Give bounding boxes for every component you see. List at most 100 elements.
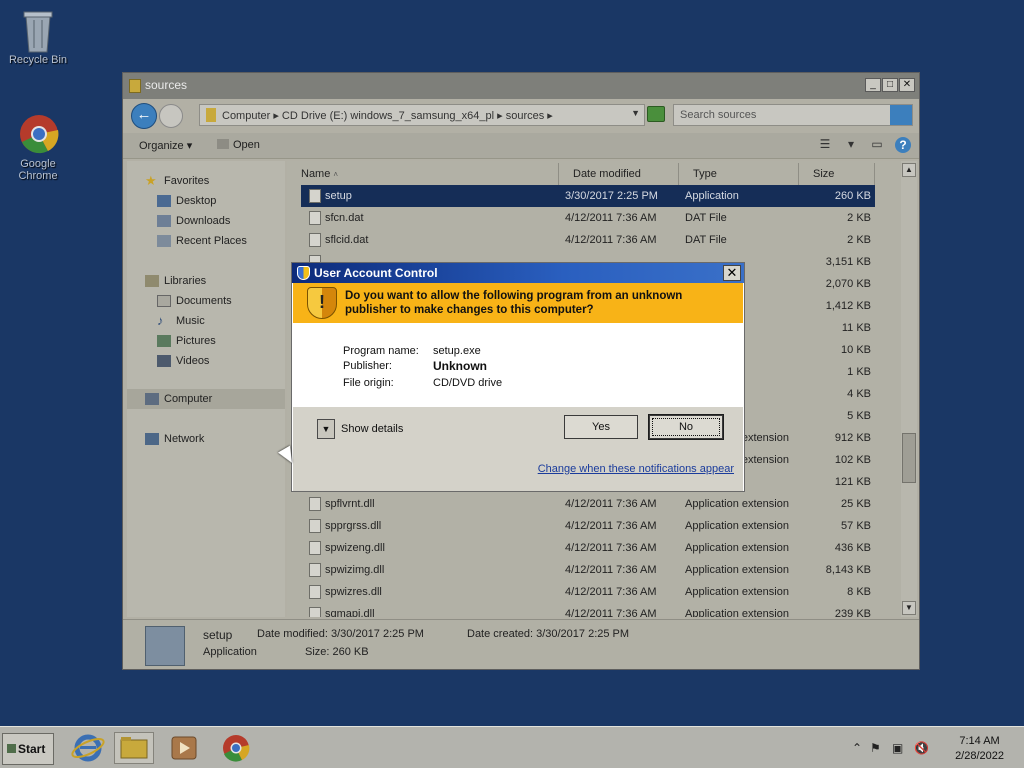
- file-row[interactable]: spprgrss.dll 4/12/2011 7:36 AM Application…: [301, 515, 875, 537]
- publisher-value: Unknown: [433, 359, 487, 373]
- nav-libraries[interactable]: Libraries: [145, 275, 206, 287]
- preview-pane-icon[interactable]: ▭: [869, 137, 885, 153]
- explorer-titlebar[interactable]: sources _ □ ✕: [123, 73, 919, 99]
- file-size: 11 KB: [841, 322, 871, 334]
- file-row[interactable]: sfcn.dat 4/12/2011 7:36 AM DAT File 2 KB: [301, 207, 875, 229]
- file-size: 4 KB: [847, 388, 871, 400]
- file-icon: [309, 497, 321, 511]
- chevron-down-icon[interactable]: ▼: [631, 108, 640, 118]
- file-type: Application extension: [685, 498, 789, 510]
- file-name: setup: [325, 190, 352, 202]
- navigation-pane: ★ Favorites Desktop Downloads Recent Plac…: [127, 161, 285, 617]
- taskbar-explorer[interactable]: [114, 732, 154, 764]
- file-name: spwizres.dll: [325, 586, 382, 598]
- folder-icon: [206, 108, 216, 122]
- column-name[interactable]: Name ˄: [287, 163, 559, 185]
- file-name: spprgrss.dll: [325, 520, 382, 532]
- start-button[interactable]: Start: [2, 733, 54, 765]
- file-type: Application extension: [685, 564, 789, 576]
- help-icon[interactable]: ?: [895, 137, 911, 153]
- yes-button[interactable]: Yes: [564, 415, 638, 439]
- network-icon: [145, 433, 159, 445]
- taskbar-ie[interactable]: [68, 732, 108, 764]
- chrome-desktop-icon[interactable]: Google Chrome: [0, 112, 76, 182]
- show-hidden-icons-icon[interactable]: ⌃: [852, 741, 862, 755]
- taskbar-chrome[interactable]: [216, 732, 256, 764]
- nav-favorites-label: Favorites: [164, 175, 210, 187]
- recycle-bin-desktop-icon[interactable]: Recycle Bin: [0, 8, 76, 66]
- uac-shield-icon: [297, 266, 310, 280]
- vertical-scrollbar[interactable]: ▲ ▼: [901, 161, 917, 617]
- nav-network-label: Network: [164, 433, 205, 445]
- file-size: 10 KB: [841, 344, 871, 356]
- organize-button[interactable]: Organize ▾: [139, 139, 192, 152]
- search-icon[interactable]: [890, 105, 912, 125]
- breadcrumb[interactable]: Computer ▸ CD Drive (E:) windows_7_samsu…: [222, 109, 553, 122]
- forward-button[interactable]: [159, 104, 183, 128]
- file-row[interactable]: sflcid.dat 4/12/2011 7:36 AM DAT File 2 KB: [301, 229, 875, 251]
- maximize-button[interactable]: □: [882, 78, 898, 92]
- show-details-toggle[interactable]: ▼ Show details: [317, 419, 403, 439]
- network-status-icon[interactable]: ▣: [892, 741, 903, 755]
- search-input[interactable]: Search sources: [673, 104, 913, 126]
- nav-music[interactable]: ♪ Music: [157, 314, 205, 327]
- nav-recent-places[interactable]: Recent Places: [157, 235, 247, 247]
- file-row[interactable]: spwizeng.dll 4/12/2011 7:36 AM Application…: [301, 537, 875, 559]
- nav-downloads[interactable]: Downloads: [157, 215, 230, 227]
- volume-muted-icon[interactable]: 🔇: [914, 741, 929, 755]
- address-bar[interactable]: Computer ▸ CD Drive (E:) windows_7_samsu…: [199, 104, 645, 126]
- file-row[interactable]: spflvrnt.dll 4/12/2011 7:36 AM Application…: [301, 493, 875, 515]
- file-icon: [309, 607, 321, 617]
- file-type: DAT File: [685, 234, 727, 246]
- file-icon: [309, 563, 321, 577]
- nav-desktop[interactable]: Desktop: [157, 195, 216, 207]
- nav-computer[interactable]: Computer: [145, 393, 212, 405]
- clock[interactable]: 7:14 AM 2/28/2022: [955, 734, 1004, 764]
- nav-pictures[interactable]: Pictures: [157, 335, 216, 347]
- column-size[interactable]: Size: [799, 163, 875, 185]
- column-type[interactable]: Type: [679, 163, 799, 185]
- file-size: 2,070 KB: [825, 278, 871, 290]
- scroll-up-icon[interactable]: ▲: [902, 163, 916, 177]
- file-row[interactable]: setup 3/30/2017 2:25 PM Application 260 KB: [301, 185, 875, 207]
- file-date: 4/12/2011 7:36 AM: [565, 520, 657, 532]
- file-type: Application extension: [685, 586, 789, 598]
- uac-footer: ▼ Show details Yes No Change when these …: [293, 407, 743, 491]
- uac-titlebar[interactable]: User Account Control ✕: [292, 263, 744, 283]
- file-date: 4/12/2011 7:36 AM: [565, 542, 657, 554]
- nav-documents[interactable]: Documents: [157, 295, 232, 307]
- open-button[interactable]: Open: [217, 139, 260, 151]
- back-button[interactable]: ←: [131, 103, 157, 129]
- file-row[interactable]: spwizimg.dll 4/12/2011 7:36 AM Application…: [301, 559, 875, 581]
- details-size: Size: 260 KB: [305, 646, 369, 658]
- documents-icon: [157, 295, 171, 307]
- scroll-thumb[interactable]: [902, 433, 916, 483]
- action-center-flag-icon[interactable]: ⚑: [870, 741, 881, 755]
- view-options-icon[interactable]: ☰: [817, 137, 833, 153]
- change-notifications-link[interactable]: Change when these notifications appear: [538, 463, 734, 475]
- file-size: 8,143 KB: [825, 564, 871, 576]
- no-button[interactable]: No: [649, 415, 723, 439]
- file-row[interactable]: sqmapi.dll 4/12/2011 7:36 AM Application e…: [301, 603, 875, 617]
- file-type: Application extension: [685, 542, 789, 554]
- file-name: sqmapi.dll: [325, 608, 375, 617]
- chevron-down-icon[interactable]: ▾: [843, 137, 859, 153]
- taskbar-media-player[interactable]: [164, 732, 204, 764]
- nav-network[interactable]: Network: [145, 433, 204, 445]
- scroll-down-icon[interactable]: ▼: [902, 601, 916, 615]
- file-row[interactable]: spwizres.dll 4/12/2011 7:36 AM Application…: [301, 581, 875, 603]
- clock-time: 7:14 AM: [959, 735, 1000, 747]
- column-date[interactable]: Date modified: [559, 163, 679, 185]
- details-name: setup: [203, 628, 233, 642]
- close-button[interactable]: ✕: [899, 78, 915, 92]
- nav-videos[interactable]: Videos: [157, 355, 209, 367]
- file-icon: [309, 541, 321, 555]
- videos-icon: [157, 355, 171, 367]
- file-type: Application extension: [685, 608, 789, 617]
- uac-close-button[interactable]: ✕: [723, 265, 741, 281]
- chevron-down-icon[interactable]: ▼: [317, 419, 335, 439]
- nav-favorites[interactable]: ★ Favorites: [145, 174, 210, 187]
- minimize-button[interactable]: _: [865, 78, 881, 92]
- refresh-button[interactable]: [647, 106, 665, 122]
- file-size: 1 KB: [847, 366, 871, 378]
